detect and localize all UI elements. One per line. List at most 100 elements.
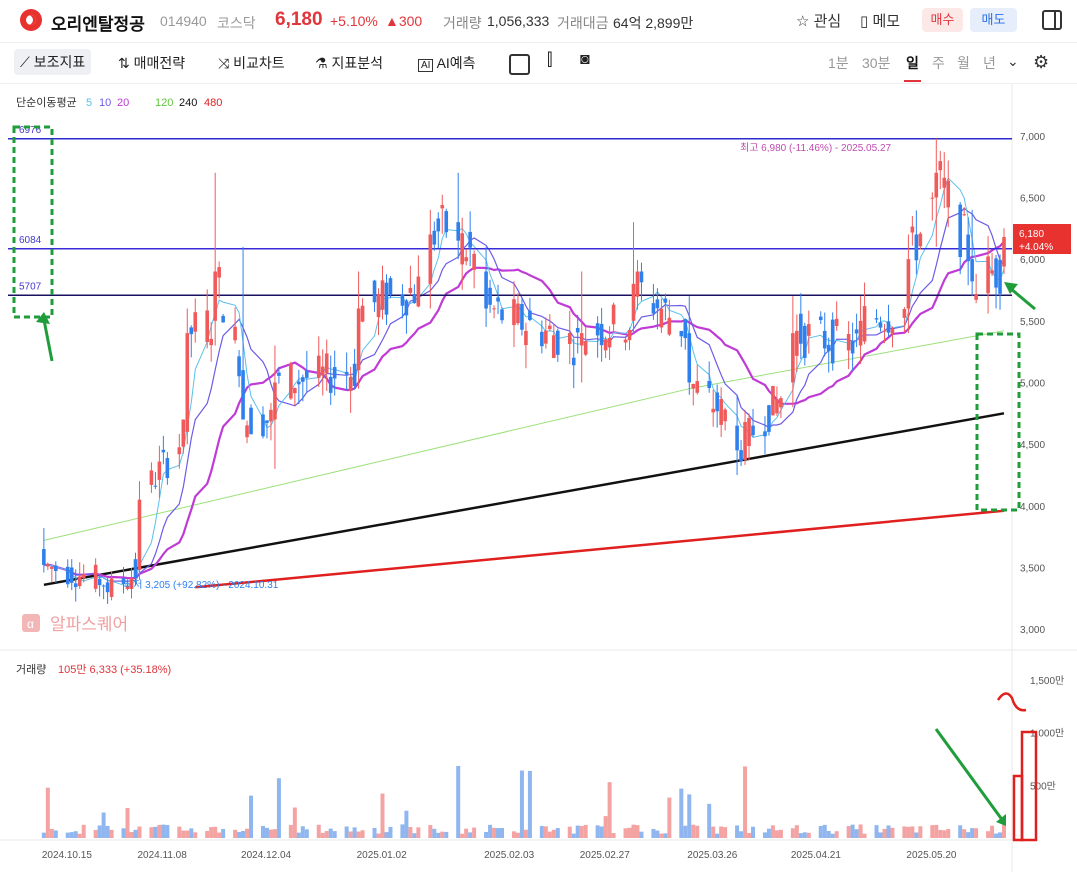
candle-body bbox=[484, 271, 488, 309]
amount-label: 거래대금 bbox=[557, 15, 609, 31]
candle-body bbox=[962, 214, 966, 216]
volume-bar bbox=[511, 831, 516, 838]
candle-body bbox=[388, 278, 393, 295]
candle-type-icon[interactable]: ⫿ bbox=[547, 50, 552, 70]
volume-bar bbox=[523, 829, 528, 838]
volume-bar bbox=[209, 827, 214, 838]
current-price: 6,180 bbox=[275, 9, 323, 30]
candle-body bbox=[795, 330, 799, 356]
candle-body bbox=[137, 499, 142, 570]
candle-body bbox=[663, 298, 668, 303]
volume-bar bbox=[304, 829, 309, 838]
volume-label: 거래량 bbox=[443, 15, 482, 31]
period-day[interactable]: 일 bbox=[904, 53, 921, 82]
candle-body bbox=[683, 319, 688, 339]
candle-body bbox=[946, 180, 951, 208]
candle-body bbox=[822, 330, 827, 349]
date-axis-tick: 2024.11.08 bbox=[137, 850, 187, 861]
candle-body bbox=[360, 305, 365, 322]
tool-strategy[interactable]: ⇅ 매매전략 bbox=[118, 53, 185, 73]
analysis-icon: ⚗ bbox=[315, 55, 328, 71]
candle-body bbox=[460, 233, 464, 265]
level-label: 6084 bbox=[19, 235, 42, 246]
high-annotation: 최고 6,980 (-11.46%) - 2025.05.27 bbox=[740, 142, 892, 154]
volume-bar bbox=[121, 828, 126, 838]
tool-indicators[interactable]: ⟋ 보조지표 bbox=[14, 49, 92, 75]
volume-bar bbox=[65, 832, 70, 838]
volume-bar bbox=[376, 833, 381, 838]
memo-button[interactable]: ▯ 메모 bbox=[860, 10, 900, 31]
volume-bar bbox=[49, 828, 54, 838]
volume-bar bbox=[268, 829, 273, 838]
volume-bar bbox=[818, 825, 823, 838]
candle-body bbox=[902, 309, 907, 318]
candle-body bbox=[492, 308, 496, 310]
volume-bar bbox=[806, 832, 811, 838]
tool-compare[interactable]: ⤨ 비교차트 bbox=[218, 53, 285, 73]
candle-body bbox=[428, 234, 433, 284]
panel-toggle-icon[interactable] bbox=[1042, 10, 1062, 30]
volume-bar bbox=[237, 832, 242, 838]
ma240-label: 240 bbox=[179, 97, 197, 109]
volume-bar bbox=[575, 825, 580, 838]
candle-body bbox=[974, 294, 978, 300]
change-amount: ▲300 bbox=[385, 13, 423, 29]
volume-bar bbox=[500, 828, 505, 838]
candle-body bbox=[854, 329, 859, 334]
volume-bar bbox=[974, 828, 979, 838]
volume-bar bbox=[830, 833, 835, 838]
volume-bar bbox=[125, 808, 130, 838]
candle-body bbox=[165, 458, 170, 479]
volume-bar bbox=[707, 803, 712, 838]
candle-body bbox=[412, 294, 417, 304]
candle-body bbox=[269, 409, 273, 422]
strategy-icon: ⇅ bbox=[118, 55, 130, 71]
candle-body bbox=[540, 331, 544, 347]
volume-bar bbox=[456, 765, 461, 838]
volume-bar bbox=[970, 828, 975, 838]
candle-body bbox=[986, 256, 990, 294]
price-axis-tick: 3,500 bbox=[1020, 564, 1045, 575]
period-1min[interactable]: 1분 bbox=[828, 53, 849, 73]
volume-bar bbox=[595, 825, 600, 838]
period-month[interactable]: 월 bbox=[957, 53, 970, 73]
period-year[interactable]: 년 bbox=[983, 53, 996, 73]
square-icon[interactable] bbox=[509, 54, 530, 75]
price-chart[interactable]: 단순이동평균 5 10 20 120 240 480 3,000 3,500 4,0… bbox=[0, 84, 1077, 872]
candle-body bbox=[46, 564, 50, 567]
volume-bar bbox=[328, 828, 333, 838]
settings-gear-icon[interactable]: ⚙ bbox=[1033, 52, 1049, 73]
volume-axis-tick: 1,500만 bbox=[1030, 675, 1064, 687]
volume-bar bbox=[711, 826, 716, 838]
candle-body bbox=[496, 297, 500, 302]
period-week[interactable]: 주 bbox=[932, 53, 945, 73]
volume-bar bbox=[850, 824, 855, 838]
tool-analysis[interactable]: ⚗ 지표분석 bbox=[315, 53, 383, 73]
period-30min[interactable]: 30분 bbox=[862, 53, 890, 73]
sell-button[interactable]: 매도 bbox=[970, 8, 1017, 32]
chevron-down-icon[interactable]: ⌄ bbox=[1007, 53, 1019, 70]
volume-bar bbox=[332, 831, 337, 838]
price-axis-tick: 4,500 bbox=[1020, 440, 1045, 451]
volume-bar bbox=[790, 828, 795, 838]
volume-bar bbox=[324, 831, 329, 838]
buy-button[interactable]: 매수 bbox=[922, 8, 963, 32]
tool-ai[interactable]: AI AI예측 bbox=[418, 53, 476, 73]
candle-body bbox=[990, 270, 994, 274]
volume-bar bbox=[260, 825, 265, 838]
candle-body bbox=[133, 559, 138, 578]
volume-bar bbox=[739, 831, 744, 838]
watch-button[interactable]: ☆ 관심 bbox=[796, 10, 841, 31]
volume-bar bbox=[918, 826, 923, 838]
candle-body bbox=[767, 405, 771, 432]
volume-bar bbox=[97, 825, 102, 838]
candle-body bbox=[548, 325, 552, 330]
volume-bar bbox=[428, 825, 433, 838]
volume-bar bbox=[272, 829, 277, 838]
volume-bar bbox=[384, 832, 389, 838]
camera-icon[interactable]: ◙ bbox=[580, 51, 590, 69]
last-price-value: 6,180 bbox=[1019, 229, 1044, 240]
volume-bar bbox=[300, 826, 305, 838]
candle-body bbox=[101, 585, 106, 587]
stock-header: 오리엔탈정공 014940 코스닥 6,180 +5.10% ▲300 거래량 … bbox=[0, 0, 1077, 40]
